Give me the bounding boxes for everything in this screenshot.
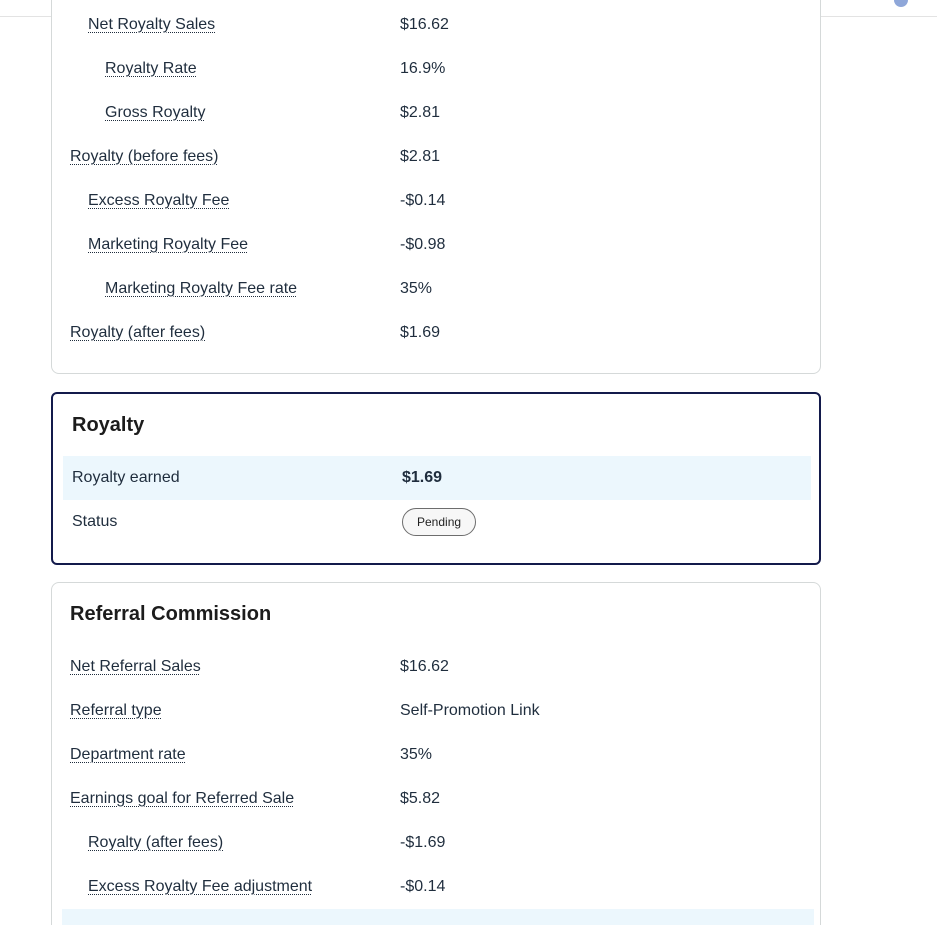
department-rate-label[interactable]: Department rate	[70, 746, 186, 764]
marketing-royalty-fee-label[interactable]: Marketing Royalty Fee	[88, 236, 248, 254]
referral-commission-title: Referral Commission	[70, 603, 272, 625]
earnings-goal-label[interactable]: Earnings goal for Referred Sale	[70, 790, 294, 808]
status-value: Pending	[402, 508, 477, 536]
referral-row: Department rate 35%	[52, 733, 820, 777]
breakdown-row: Royalty (after fees) $1.69	[52, 311, 820, 355]
marketing-royalty-fee-rate-value: 35%	[400, 280, 433, 297]
department-rate-value: 35%	[400, 746, 433, 763]
gross-royalty-label[interactable]: Gross Royalty	[105, 104, 205, 122]
breakdown-row: Royalty Rate 16.9%	[52, 47, 820, 91]
referral-row: Referral type Self-Promotion Link	[52, 689, 820, 733]
excess-royalty-fee-adjustment-value: -$0.14	[400, 878, 446, 895]
referral-row: Excess Royalty Fee adjustment -$0.14	[52, 865, 820, 909]
earnings-goal-value: $5.82	[400, 790, 441, 807]
referral-type-value: Self-Promotion Link	[400, 702, 540, 719]
net-referral-sales-value: $16.62	[400, 658, 449, 675]
referral-royalty-after-fees-label[interactable]: Royalty (after fees)	[88, 834, 223, 852]
breakdown-row: Marketing Royalty Fee rate 35%	[52, 267, 820, 311]
referral-commission-card: Referral Commission Net Referral Sales $…	[51, 582, 821, 925]
referral-royalty-after-fees-value: -$1.69	[400, 834, 446, 851]
excess-royalty-fee-label[interactable]: Excess Royalty Fee	[88, 192, 229, 210]
royalty-rate-value: 16.9%	[400, 60, 446, 77]
royalty-summary-card: Royalty Royalty earned $1.69 Status Pend…	[51, 392, 821, 565]
marketing-royalty-fee-rate-label[interactable]: Marketing Royalty Fee rate	[105, 280, 297, 298]
page: Net Royalty Sales $16.62 Royalty Rate 16…	[0, 0, 937, 925]
net-royalty-sales-label[interactable]: Net Royalty Sales	[88, 16, 215, 34]
gross-royalty-value: $2.81	[400, 104, 441, 121]
breakdown-row: Excess Royalty Fee -$0.14	[52, 179, 820, 223]
royalty-before-fees-label[interactable]: Royalty (before fees)	[70, 148, 219, 166]
royalty-earned-row: Royalty earned $1.69	[63, 456, 811, 500]
breakdown-row: Marketing Royalty Fee -$0.98	[52, 223, 820, 267]
net-royalty-sales-value: $16.62	[400, 16, 449, 33]
referral-row: Royalty (after fees) -$1.69	[52, 821, 820, 865]
marketing-royalty-fee-value: -$0.98	[400, 236, 446, 253]
excess-royalty-fee-value: -$0.14	[400, 192, 446, 209]
referral-row: Earnings goal for Referred Sale $5.82	[52, 777, 820, 821]
royalty-after-fees-label[interactable]: Royalty (after fees)	[70, 324, 205, 342]
royalty-earned-label: Royalty earned	[72, 469, 180, 486]
status-label: Status	[72, 513, 118, 530]
royalty-after-fees-value: $1.69	[400, 324, 441, 341]
net-referral-sales-label[interactable]: Net Referral Sales	[70, 658, 201, 676]
breakdown-row: Net Royalty Sales $16.62	[52, 3, 820, 47]
royalty-earned-value: $1.69	[402, 469, 443, 486]
status-badge: Pending	[402, 508, 477, 536]
referral-row: Net Referral Sales $16.62	[52, 645, 820, 689]
royalty-status-row: Status Pending	[63, 500, 811, 544]
royalty-breakdown-card: Net Royalty Sales $16.62 Royalty Rate 16…	[51, 0, 821, 374]
referral-total-row	[62, 909, 814, 925]
royalty-before-fees-value: $2.81	[400, 148, 441, 165]
royalty-rate-label[interactable]: Royalty Rate	[105, 60, 197, 78]
breakdown-row: Gross Royalty $2.81	[52, 91, 820, 135]
excess-royalty-fee-adjustment-label[interactable]: Excess Royalty Fee adjustment	[88, 878, 312, 896]
referral-type-label[interactable]: Referral type	[70, 702, 162, 720]
breakdown-row: Royalty (before fees) $2.81	[52, 135, 820, 179]
royalty-summary-title: Royalty	[72, 414, 145, 436]
profile-avatar-icon[interactable]	[894, 0, 908, 7]
